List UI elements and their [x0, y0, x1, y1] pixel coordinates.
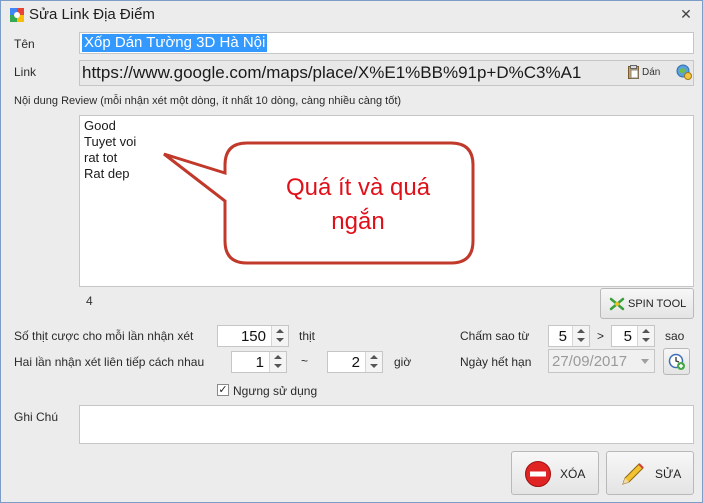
window-title: Sửa Link Địa Điểm — [29, 6, 155, 23]
delete-label: XÓA — [560, 467, 586, 481]
calendar-button[interactable] — [663, 348, 690, 375]
spin-tool-button[interactable]: SPIN TOOL — [600, 288, 694, 319]
note-label: Ghi Chú — [14, 410, 59, 424]
title-bar: Sửa Link Địa Điểm ✕ — [1, 1, 702, 30]
google-maps-icon — [10, 8, 24, 22]
expiry-date-picker[interactable]: 27/09/2017 — [548, 349, 655, 373]
review-line: Rat dep — [84, 166, 130, 181]
interval-from-spin[interactable] — [269, 352, 286, 372]
annotation-line-1: Quá ít và quá — [285, 174, 431, 201]
link-input[interactable]: https://www.google.com/maps/place/X%E1%B… — [79, 60, 694, 86]
review-line: rat tot — [84, 150, 118, 165]
stop-checkbox[interactable]: ✓ — [217, 384, 229, 396]
rating-from-value: 5 — [558, 328, 567, 345]
interval-label: Hai lần nhận xét liên tiếp cách nhau — [14, 355, 205, 369]
name-label: Tên — [14, 37, 35, 51]
annotation-text: Quá ít và quá ngắn — [235, 171, 481, 239]
globe-icon[interactable] — [676, 64, 692, 80]
points-spin[interactable] — [271, 326, 288, 346]
interval-to-stepper[interactable]: 2 — [327, 351, 383, 373]
points-unit: thịt — [299, 329, 316, 343]
edit-location-dialog: Sửa Link Địa Điểm ✕ Tên Xốp Dán Tường 3D… — [0, 0, 703, 503]
rating-separator: > — [597, 329, 605, 343]
rating-to-stepper[interactable]: 5 — [611, 325, 655, 347]
paste-label: Dán — [642, 67, 661, 78]
close-icon[interactable]: ✕ — [678, 6, 694, 23]
review-line: Good — [84, 118, 116, 133]
name-input[interactable]: Xốp Dán Tường 3D Hà Nội — [79, 32, 694, 54]
interval-to-spin[interactable] — [365, 352, 382, 372]
review-line: Tuyet voi — [84, 134, 137, 149]
edit-label: SỬA — [655, 467, 682, 481]
edit-button[interactable]: SỬA — [606, 451, 694, 495]
note-input[interactable] — [79, 405, 694, 444]
rating-to-value: 5 — [623, 328, 632, 345]
rating-from-spin[interactable] — [572, 326, 589, 346]
delete-button[interactable]: XÓA — [511, 451, 599, 495]
points-stepper[interactable]: 150 — [217, 325, 289, 347]
rating-from-stepper[interactable]: 5 — [548, 325, 590, 347]
clipboard-icon — [628, 65, 639, 79]
pencil-icon — [622, 463, 644, 485]
expiry-value: 27/09/2017 — [552, 353, 628, 370]
interval-separator: ~ — [301, 354, 309, 368]
calendar-clock-icon — [668, 353, 685, 370]
points-value: 150 — [240, 328, 266, 345]
points-label: Số thịt cược cho mỗi lần nhận xét — [14, 329, 194, 343]
rating-unit: sao — [665, 329, 685, 343]
interval-unit: giờ — [394, 355, 412, 369]
chevron-down-icon[interactable] — [641, 359, 649, 364]
link-label: Link — [14, 65, 37, 79]
spin-tool-icon — [609, 297, 625, 311]
review-count: 4 — [86, 294, 93, 308]
stop-label: Ngưng sử dụng — [233, 384, 318, 398]
paste-button[interactable]: Dán — [626, 63, 672, 83]
interval-to-value: 2 — [351, 354, 360, 371]
name-input-value: Xốp Dán Tường 3D Hà Nội — [82, 34, 268, 52]
interval-from-stepper[interactable]: 1 — [231, 351, 287, 373]
review-label: Nội dung Review (mỗi nhận xét một dòng, … — [14, 95, 402, 107]
rating-to-spin[interactable] — [637, 326, 654, 346]
expiry-label: Ngày hết hạn — [460, 355, 532, 369]
link-input-value: https://www.google.com/maps/place/X%E1%B… — [82, 63, 582, 82]
delete-icon — [525, 461, 551, 487]
interval-from-value: 1 — [255, 354, 264, 371]
spin-tool-label: SPIN TOOL — [628, 298, 687, 310]
rating-label: Chấm sao từ — [460, 329, 530, 343]
annotation-line-2: ngắn — [331, 208, 385, 235]
